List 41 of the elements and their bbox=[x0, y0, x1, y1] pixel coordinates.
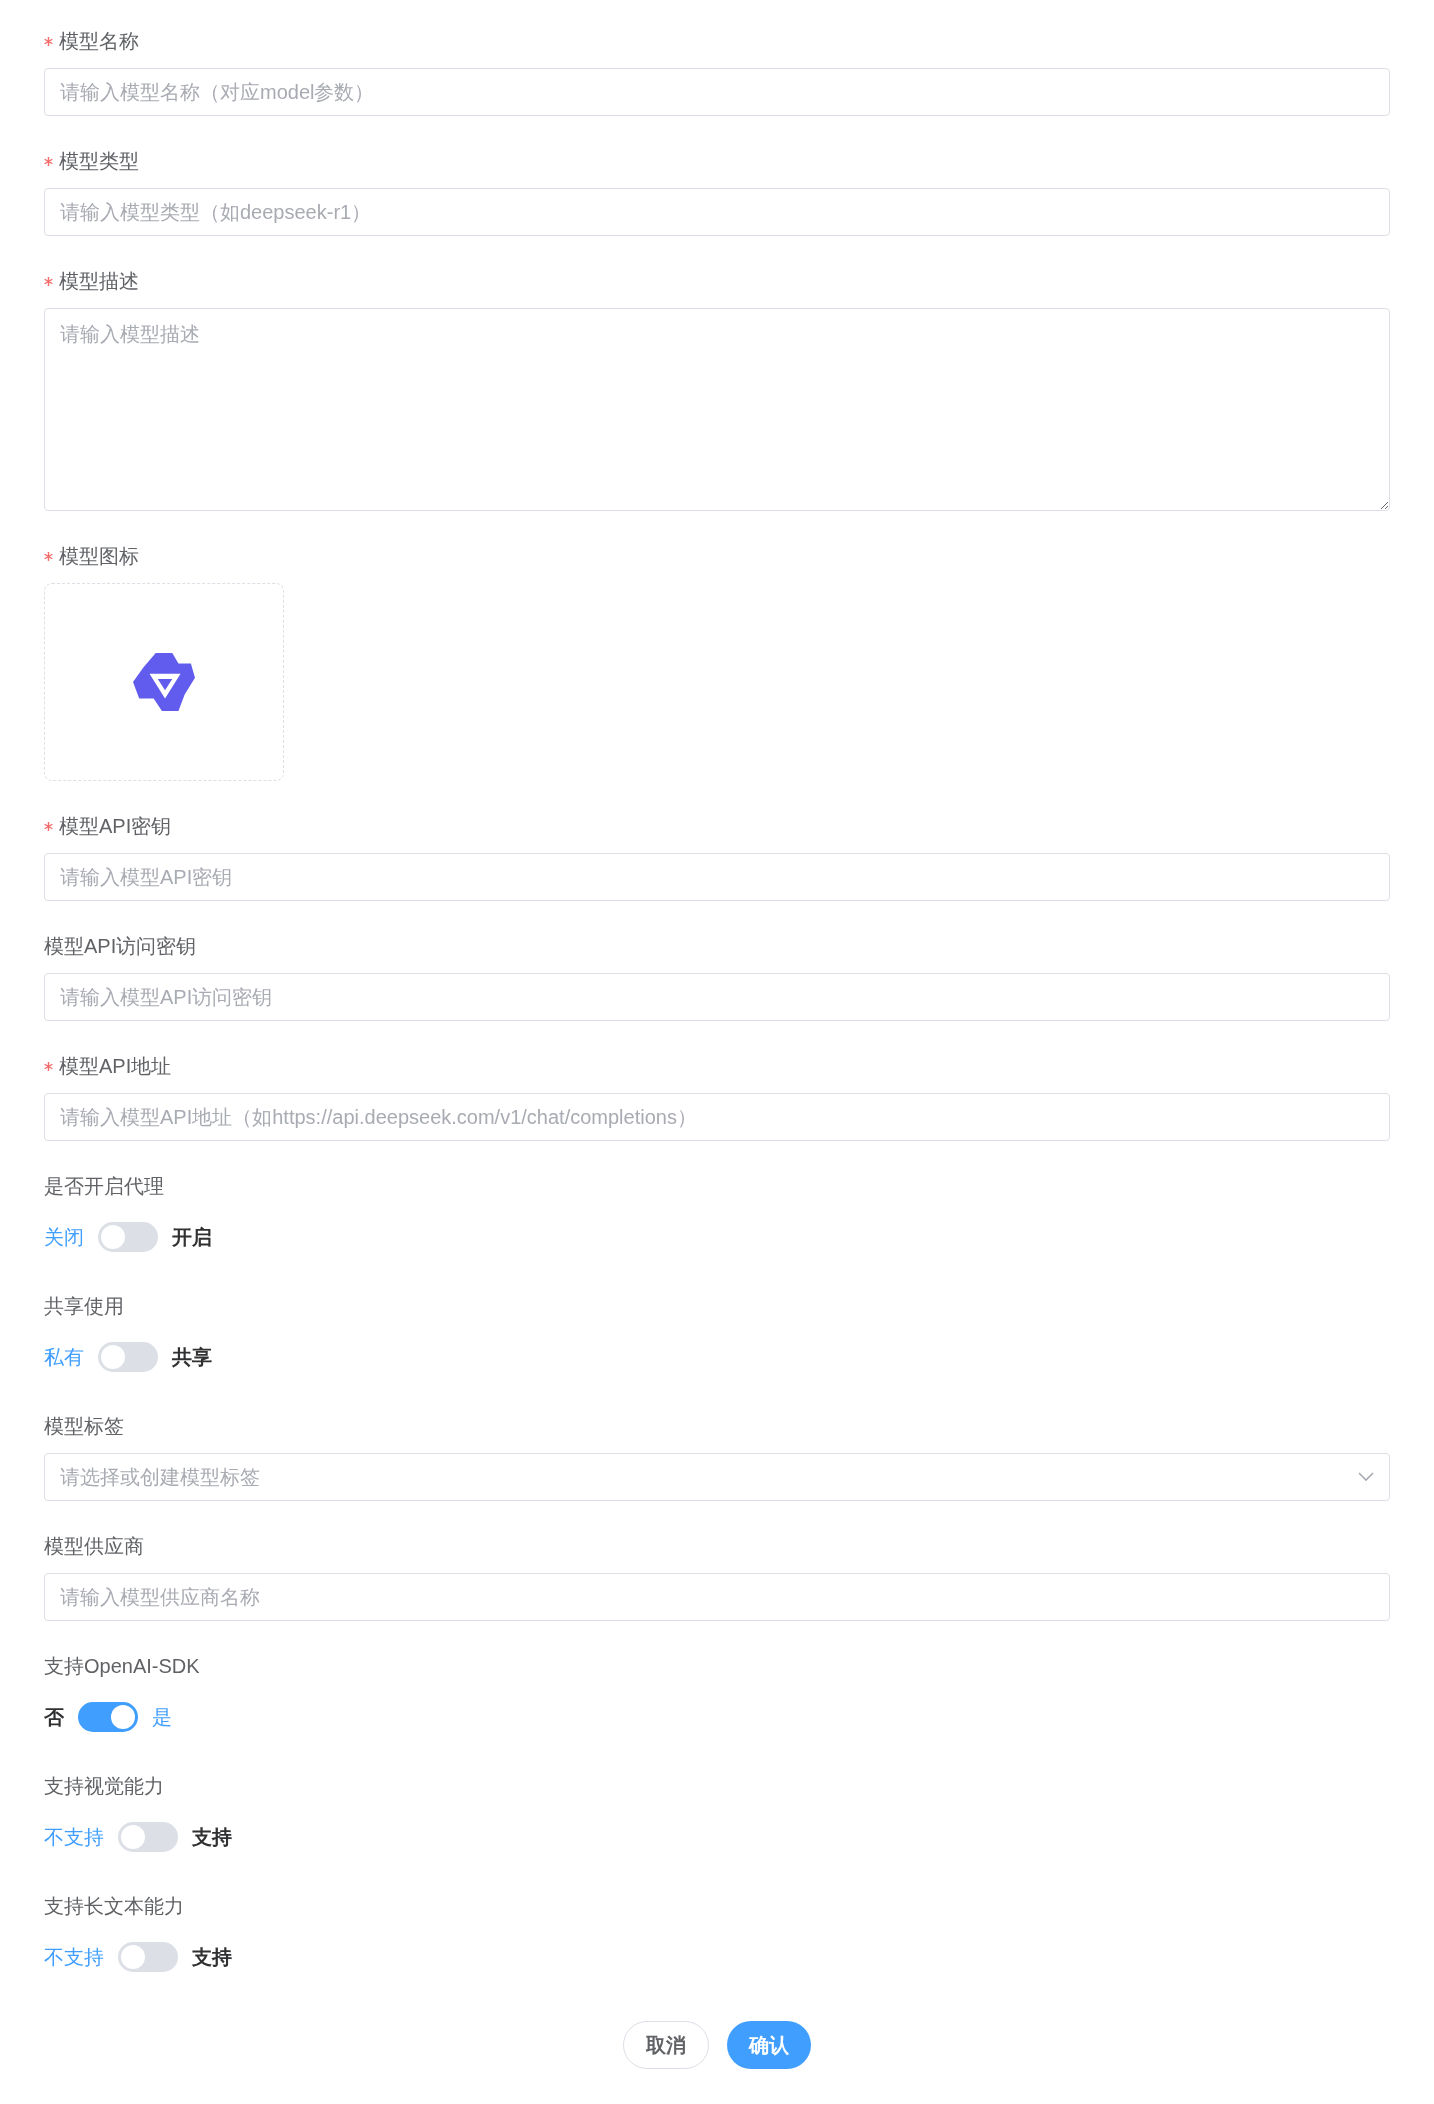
icon-upload-area[interactable] bbox=[44, 583, 284, 781]
field-label: 支持视觉能力 bbox=[44, 1774, 164, 1799]
description-field[interactable]: 请输入模型描述 bbox=[44, 308, 1390, 511]
text-field[interactable]: 请输入模型API密钥 bbox=[44, 853, 1390, 901]
field-label: 模型API地址 bbox=[59, 1054, 172, 1079]
field-label: 模型类型 bbox=[59, 149, 139, 174]
switch-on-label[interactable]: 支持 bbox=[192, 1942, 232, 1972]
field-label: 模型名称 bbox=[59, 29, 139, 54]
field-label: 是否开启代理 bbox=[44, 1174, 164, 1199]
switch-off-label[interactable]: 否 bbox=[44, 1702, 64, 1732]
field-label: 模型图标 bbox=[59, 544, 139, 569]
toggle-switch[interactable] bbox=[78, 1702, 138, 1732]
switch-off-label[interactable]: 不支持 bbox=[44, 1822, 104, 1852]
field-label: 共享使用 bbox=[44, 1294, 124, 1319]
toggle-switch[interactable] bbox=[118, 1822, 178, 1852]
toggle-switch[interactable] bbox=[98, 1222, 158, 1252]
switch-off-label[interactable]: 不支持 bbox=[44, 1942, 104, 1972]
field-label: 模型API访问密钥 bbox=[44, 934, 197, 959]
text-field[interactable]: 请输入模型API访问密钥 bbox=[44, 973, 1390, 1021]
switch-on-label[interactable]: 支持 bbox=[192, 1822, 232, 1852]
text-field[interactable]: 请输入模型名称（对应model参数） bbox=[44, 68, 1390, 116]
cancel-button[interactable]: 取消 bbox=[623, 2021, 709, 2069]
field-label: 支持OpenAI-SDK bbox=[44, 1654, 200, 1679]
tag-select[interactable]: 请选择或创建模型标签 bbox=[44, 1453, 1390, 1501]
switch-on-label[interactable]: 开启 bbox=[172, 1222, 212, 1252]
field-label: 模型供应商 bbox=[44, 1534, 144, 1559]
field-label: 模型API密钥 bbox=[59, 814, 172, 839]
field-label: 模型描述 bbox=[59, 269, 139, 294]
switch-off-label[interactable]: 关闭 bbox=[44, 1222, 84, 1252]
text-field[interactable]: 请输入模型供应商名称 bbox=[44, 1573, 1390, 1621]
toggle-switch[interactable] bbox=[98, 1342, 158, 1372]
toggle-switch[interactable] bbox=[118, 1942, 178, 1972]
text-field[interactable]: 请输入模型类型（如deepseek-r1） bbox=[44, 188, 1390, 236]
switch-off-label[interactable]: 私有 bbox=[44, 1342, 84, 1372]
chevron-down-icon bbox=[1358, 1472, 1374, 1482]
confirm-button[interactable]: 确认 bbox=[727, 2021, 811, 2069]
switch-on-label[interactable]: 共享 bbox=[172, 1342, 212, 1372]
field-label: 模型标签 bbox=[44, 1414, 124, 1439]
switch-on-label[interactable]: 是 bbox=[152, 1702, 172, 1732]
field-label: 支持长文本能力 bbox=[44, 1894, 184, 1919]
text-field[interactable]: 请输入模型API地址（如https://api.deepseek.com/v1/chat/completions） bbox=[44, 1093, 1390, 1141]
